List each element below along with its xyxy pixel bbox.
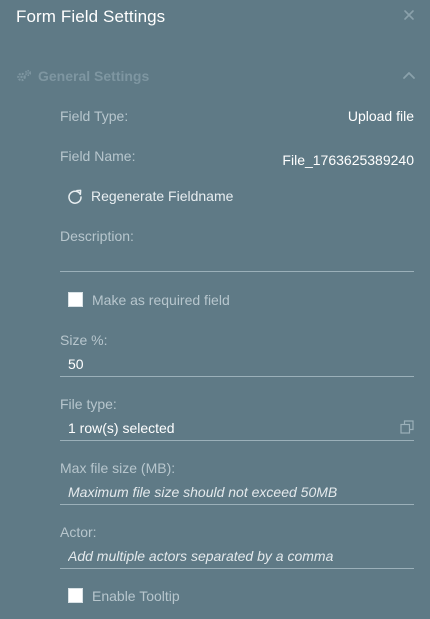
panel-title: Form Field Settings (16, 7, 166, 26)
required-field-checkbox[interactable] (68, 292, 83, 307)
required-field-label: Make as required field (92, 292, 230, 308)
field-type-row: Field Type: Upload file (60, 108, 414, 126)
file-type-value[interactable]: 1 row(s) selected (68, 420, 175, 436)
max-file-size-underline (60, 504, 414, 505)
field-type-value: Upload file (347, 108, 414, 124)
close-icon[interactable] (402, 8, 416, 22)
description-label: Description: (60, 228, 134, 244)
size-input[interactable] (60, 353, 414, 375)
field-type-label: Field Type: (60, 108, 129, 124)
actor-label: Actor: (60, 524, 97, 540)
refresh-icon (66, 188, 84, 206)
file-type-label: File type: (60, 396, 117, 412)
actor-input[interactable] (60, 545, 414, 567)
actor-row: Actor: (60, 524, 414, 542)
regenerate-fieldname-label: Regenerate Fieldname (91, 188, 234, 204)
open-selector-icon[interactable] (400, 420, 414, 434)
gears-icon (16, 69, 32, 83)
general-settings-title: General Settings (38, 68, 150, 84)
max-file-size-input[interactable] (60, 481, 414, 503)
enable-tooltip-label: Enable Tooltip (92, 588, 180, 604)
max-file-size-label: Max file size (MB): (60, 460, 176, 476)
enable-tooltip-checkbox[interactable] (68, 588, 83, 603)
field-name-label: Field Name: (60, 148, 136, 164)
field-name-value: File_1763625389240 (282, 152, 414, 168)
size-underline (60, 376, 414, 377)
file-type-underline (60, 440, 414, 441)
max-file-size-row: Max file size (MB): (60, 460, 414, 478)
description-input[interactable] (60, 248, 414, 270)
chevron-up-icon[interactable] (402, 68, 416, 80)
form-field-settings-panel: Form Field Settings General Settings Fie… (0, 0, 430, 619)
size-row: Size %: (60, 332, 414, 350)
general-settings-section-header[interactable]: General Settings (0, 64, 430, 88)
panel-header: Form Field Settings (0, 0, 430, 36)
file-type-row: File type: (60, 396, 414, 414)
description-underline (60, 271, 414, 272)
description-row: Description: (60, 228, 414, 246)
actor-underline (60, 568, 414, 569)
field-name-row: Field Name: File_1763625389240 (60, 148, 414, 168)
size-label: Size %: (60, 332, 108, 348)
